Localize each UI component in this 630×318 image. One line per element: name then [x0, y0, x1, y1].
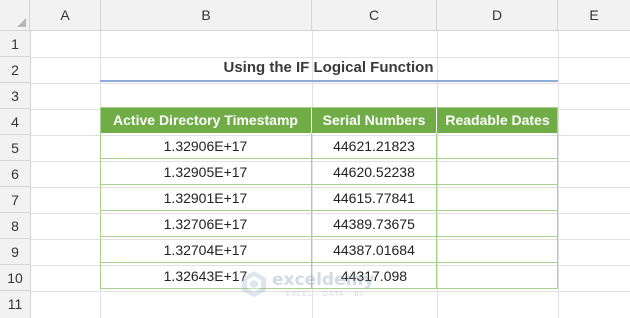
- row-header-bar: 1 2 3 4 5 6 7 8 9 10 11: [0, 31, 31, 318]
- table-cell[interactable]: 44389.73675: [312, 211, 437, 237]
- table-cell[interactable]: [437, 133, 558, 159]
- exceldemy-logo-icon: [242, 271, 266, 297]
- select-all-triangle-icon: [17, 18, 26, 27]
- watermark-tagline: EXCEL · DATA · BI: [286, 290, 364, 298]
- table-cell[interactable]: [437, 185, 558, 211]
- table-header-dates[interactable]: Readable Dates: [437, 107, 558, 133]
- table-cell[interactable]: [437, 263, 558, 289]
- table-cell[interactable]: 1.32706E+17: [100, 211, 312, 237]
- row-header-7[interactable]: 7: [0, 187, 30, 213]
- row-header-3[interactable]: 3: [0, 83, 30, 109]
- column-header-e[interactable]: E: [558, 0, 630, 30]
- table-cell[interactable]: 44615.77841: [312, 185, 437, 211]
- column-header-c[interactable]: C: [312, 0, 437, 30]
- gridline: [558, 31, 559, 318]
- sheet-title[interactable]: Using the IF Logical Function: [100, 57, 557, 79]
- column-header-bar: A B C D E: [0, 0, 630, 31]
- table-header-timestamp[interactable]: Active Directory Timestamp: [100, 107, 312, 133]
- table-cell[interactable]: [437, 159, 558, 185]
- table-cell[interactable]: 44620.52238: [312, 159, 437, 185]
- select-all-corner[interactable]: [0, 0, 30, 30]
- row-header-10[interactable]: 10: [0, 265, 30, 291]
- exceldemy-watermark: exceldemy EXCEL · DATA · BI: [240, 268, 380, 302]
- spreadsheet-grid: A B C D E 1 2 3 4 5 6 7 8 9 10 11 Using …: [0, 0, 630, 318]
- table-cell[interactable]: 44621.21823: [312, 133, 437, 159]
- column-header-b[interactable]: B: [101, 0, 312, 30]
- row-header-8[interactable]: 8: [0, 213, 30, 239]
- row-header-5[interactable]: 5: [0, 135, 30, 161]
- table-cell[interactable]: 1.32905E+17: [100, 159, 312, 185]
- table-cell[interactable]: 1.32704E+17: [100, 237, 312, 263]
- row-header-6[interactable]: 6: [0, 161, 30, 187]
- table-cell[interactable]: 1.32906E+17: [100, 133, 312, 159]
- row-header-9[interactable]: 9: [0, 239, 30, 265]
- title-underline: [100, 80, 558, 82]
- table-cell[interactable]: 1.32901E+17: [100, 185, 312, 211]
- table-header-serial[interactable]: Serial Numbers: [312, 107, 437, 133]
- row-header-11[interactable]: 11: [0, 291, 30, 318]
- row-header-4[interactable]: 4: [0, 109, 30, 135]
- column-header-a[interactable]: A: [30, 0, 101, 30]
- gridline: [30, 83, 630, 84]
- row-header-2[interactable]: 2: [0, 57, 30, 83]
- column-header-d[interactable]: D: [437, 0, 558, 30]
- row-header-1[interactable]: 1: [0, 31, 30, 57]
- table-cell[interactable]: [437, 211, 558, 237]
- table-cell[interactable]: 44387.01684: [312, 237, 437, 263]
- table-cell[interactable]: [437, 237, 558, 263]
- watermark-name: exceldemy: [272, 270, 375, 290]
